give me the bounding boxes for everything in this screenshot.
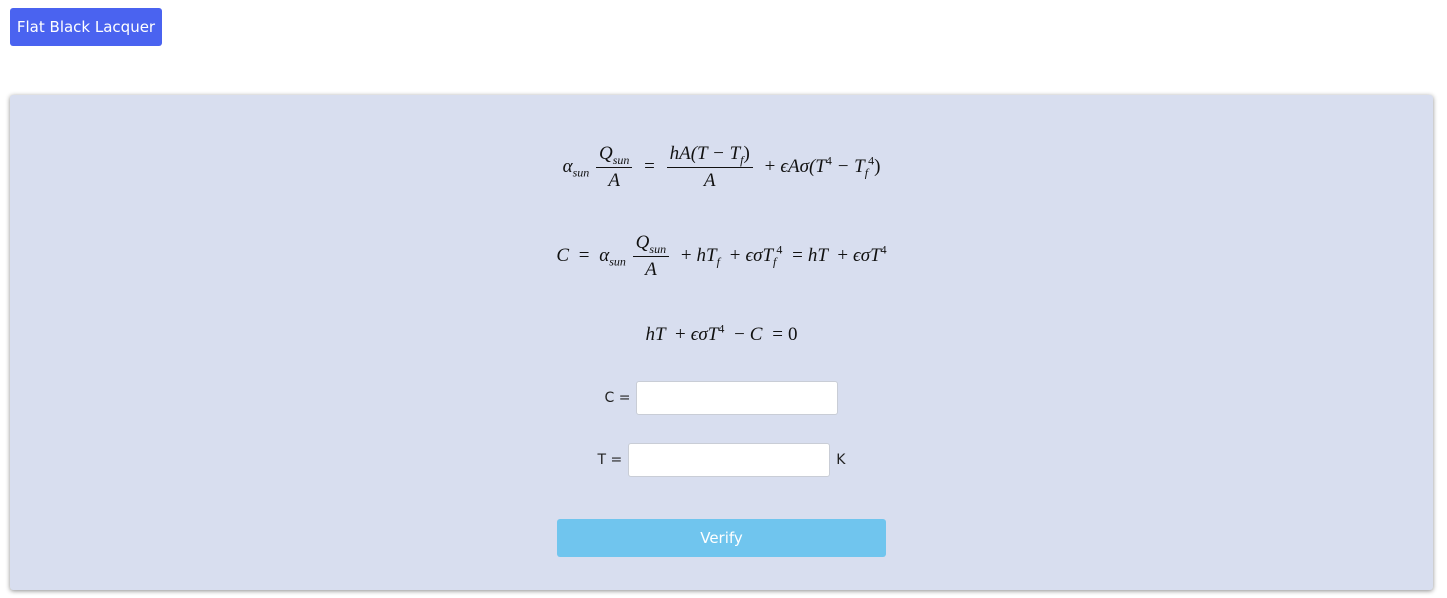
c-label: C = [604, 390, 631, 406]
t-input[interactable] [628, 443, 831, 477]
q-over-a-fraction: Qsun A [596, 143, 633, 192]
equation-constant-definition: C = αsun Qsun A + hTf + ϵσTf4 = hT + ϵσT4 [556, 232, 887, 281]
c-input[interactable] [636, 381, 839, 415]
convection-fraction: hA(T − Tf) A [666, 143, 753, 192]
flat-black-lacquer-button[interactable]: Flat Black Lacquer [10, 8, 162, 46]
t-field-row: T = K [10, 441, 1433, 479]
alpha-symbol: α [562, 155, 573, 177]
t-label: T = [597, 452, 623, 468]
q-over-a-fraction-2: Qsun A [632, 232, 670, 281]
equation-energy-balance: αsun Qsun A = hA(T − Tf) A + ϵAσ(T4 − Tf4… [562, 143, 881, 192]
verify-button[interactable]: Verify [557, 519, 886, 557]
sun-subscript: sun [572, 165, 590, 180]
kelvin-unit-label: K [836, 452, 846, 468]
c-field-row: C = [10, 379, 1433, 417]
calculator-panel: αsun Qsun A = hA(T − Tf) A + ϵAσ(T4 − Tf4… [10, 95, 1433, 590]
equation-solve-form: hT + ϵσT4 − C = 0 [645, 321, 798, 345]
